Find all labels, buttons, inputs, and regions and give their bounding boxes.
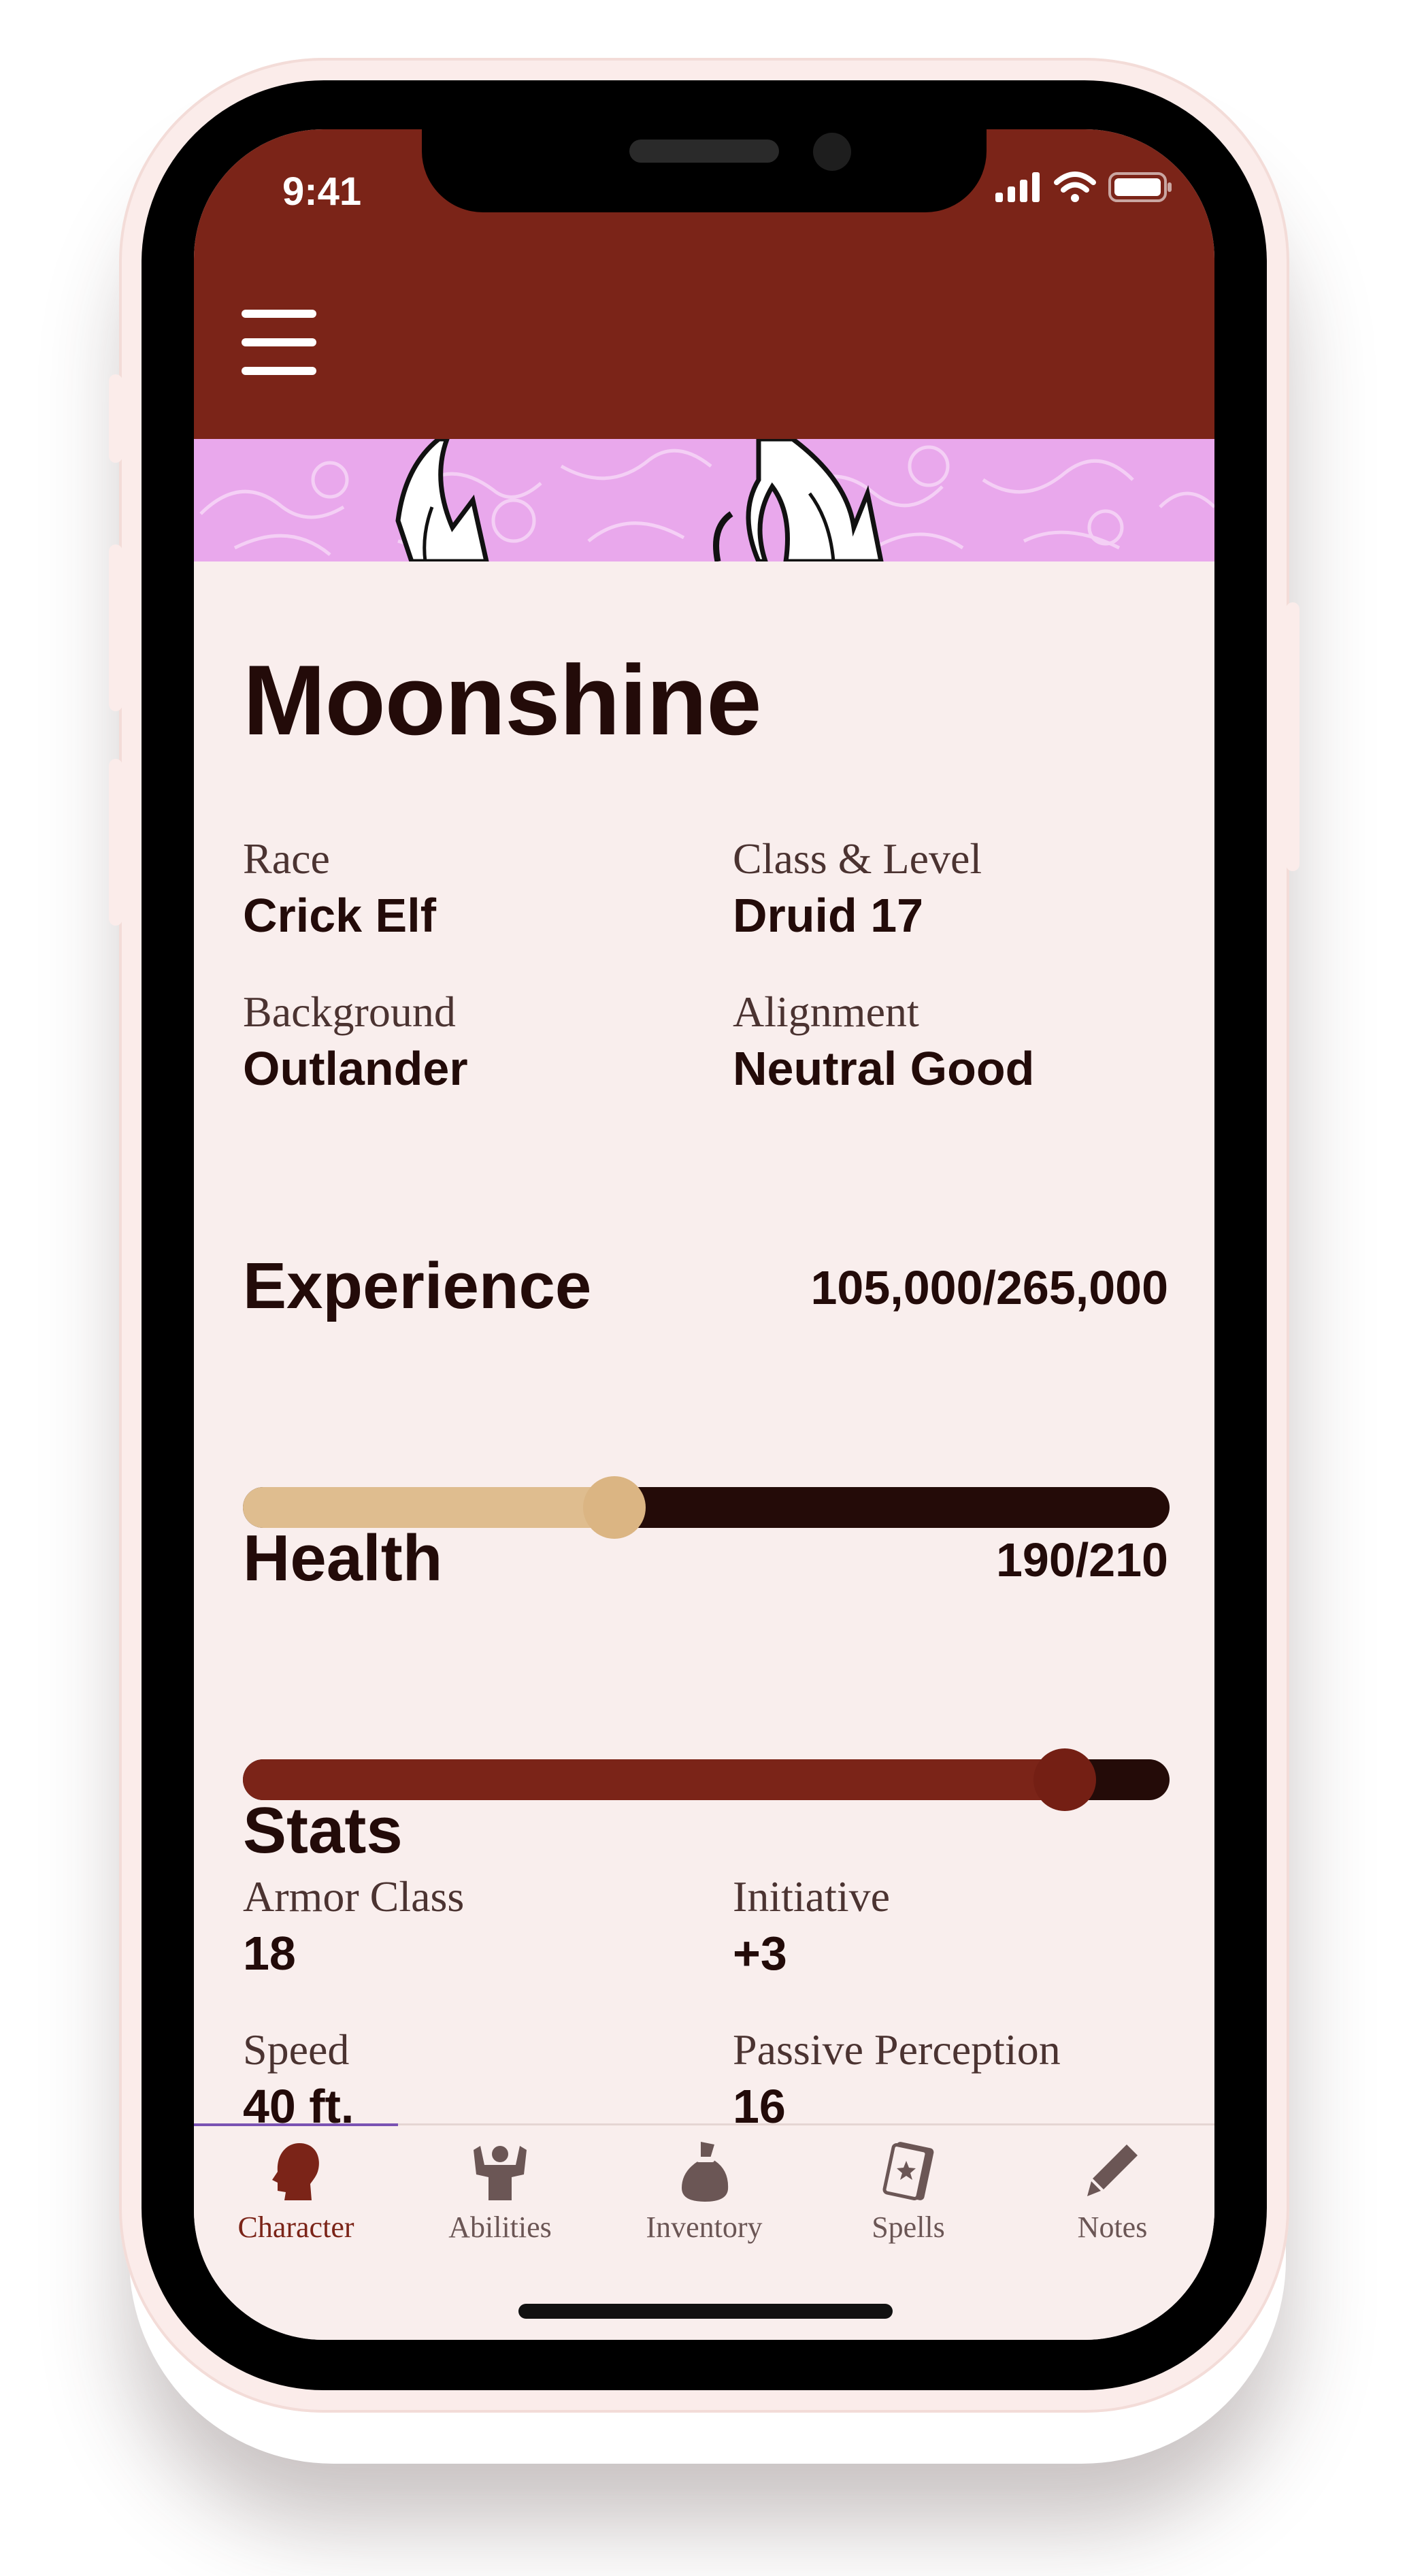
- stats-title: Stats: [243, 1794, 403, 1867]
- tab-label: Spells: [872, 2211, 945, 2244]
- class-level-value: Druid 17: [733, 889, 924, 942]
- character-portrait-banner: [194, 439, 1214, 561]
- tab-label: Notes: [1077, 2211, 1148, 2244]
- passive-perception-label: Passive Perception: [733, 2025, 1061, 2074]
- hamburger-menu-button[interactable]: [242, 310, 316, 378]
- tab-spells[interactable]: Spells: [806, 2125, 1010, 2262]
- tab-abilities[interactable]: Abilities: [398, 2125, 602, 2262]
- armor-class-label: Armor Class: [243, 1872, 465, 1921]
- race-label: Race: [243, 834, 330, 883]
- app-screen: 9:41 Moonshine Race Crick Elf Class & Le…: [194, 129, 1214, 2340]
- wifi-icon: [1054, 172, 1096, 202]
- tab-label: Character: [237, 2211, 354, 2244]
- cellular-signal-icon: [995, 172, 1040, 202]
- app-header: 9:41: [194, 129, 1214, 439]
- experience-title: Experience: [243, 1250, 592, 1322]
- muscles-icon: [474, 2146, 527, 2200]
- speed-label: Speed: [243, 2025, 350, 2074]
- mute-switch: [109, 374, 122, 463]
- background-label: Background: [243, 988, 456, 1036]
- volume-up-button: [109, 544, 122, 711]
- head-silhouette-icon: [272, 2143, 319, 2200]
- loot-bag-icon: [682, 2142, 729, 2202]
- alignment-label: Alignment: [733, 988, 919, 1036]
- menu-line-icon: [242, 367, 316, 375]
- initiative-label: Initiative: [733, 1872, 891, 1921]
- experience-slider-thumb[interactable]: [583, 1476, 646, 1539]
- health-count: 190/210: [995, 1533, 1168, 1586]
- class-level-label: Class & Level: [733, 834, 982, 883]
- alignment-value: Neutral Good: [733, 1042, 1035, 1095]
- speaker-grille: [629, 140, 779, 163]
- tab-inventory[interactable]: Inventory: [602, 2125, 806, 2262]
- status-icons: [995, 172, 1174, 203]
- background-value: Outlander: [243, 1042, 468, 1095]
- home-indicator: [518, 2304, 893, 2319]
- portrait-artwork: [199, 439, 1214, 561]
- spellbook-icon: [882, 2142, 934, 2200]
- volume-down-button: [109, 759, 122, 926]
- front-camera: [813, 133, 851, 171]
- tab-notes[interactable]: Notes: [1010, 2125, 1214, 2262]
- tab-character[interactable]: Character: [194, 2125, 398, 2262]
- power-button: [1286, 602, 1300, 871]
- menu-line-icon: [242, 310, 316, 318]
- initiative-value: +3: [733, 1927, 787, 1980]
- character-name: Moonshine: [243, 645, 761, 755]
- tab-label: Abilities: [448, 2211, 552, 2244]
- race-value: Crick Elf: [243, 889, 436, 942]
- tab-label: Inventory: [646, 2211, 763, 2244]
- status-time: 9:41: [282, 169, 362, 214]
- health-slider-thumb[interactable]: [1033, 1748, 1096, 1811]
- experience-count: 105,000/265,000: [810, 1261, 1168, 1314]
- health-title: Health: [243, 1522, 443, 1595]
- menu-line-icon: [242, 338, 316, 346]
- battery-icon: [1108, 172, 1172, 202]
- pencil-icon: [1087, 2145, 1138, 2196]
- bottom-tab-bar: Character Abilities Inventory Spells Not…: [194, 2123, 1214, 2340]
- armor-class-value: 18: [243, 1927, 296, 1980]
